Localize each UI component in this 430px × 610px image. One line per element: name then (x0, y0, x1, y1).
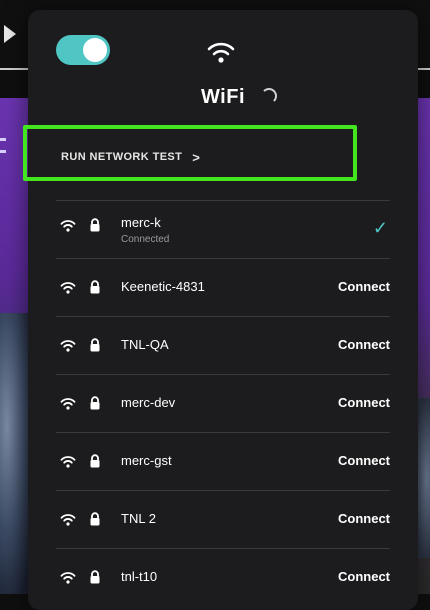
toggle-knob (83, 38, 107, 62)
network-name: TNL-QA (121, 337, 169, 352)
network-status: Connected (121, 234, 170, 245)
background-mark (0, 150, 6, 153)
network-name: Keenetic-4831 (121, 279, 205, 294)
network-row[interactable]: merc-k Connected ✓ (56, 201, 390, 259)
wifi-toggle[interactable] (56, 35, 110, 65)
wifi-icon (60, 455, 76, 468)
connect-button[interactable]: Connect (338, 569, 390, 584)
network-row[interactable]: merc-dev Connect (56, 375, 390, 433)
lock-icon (89, 570, 101, 584)
loading-spinner (261, 88, 277, 104)
connect-button[interactable]: Connect (338, 453, 390, 468)
wifi-icon (60, 281, 76, 294)
network-row[interactable]: Keenetic-4831 Connect (56, 259, 390, 317)
play-icon[interactable] (4, 25, 16, 43)
lock-icon (89, 218, 101, 232)
run-network-test-button[interactable]: RUN NETWORK TEST > (31, 129, 200, 185)
wifi-icon (60, 219, 76, 232)
connect-button[interactable]: Connect (338, 395, 390, 410)
network-name: tnl-t10 (121, 569, 158, 584)
wifi-panel: WiFi RUN NETWORK TEST > merc-k Connected ✓… (23, 10, 418, 610)
lock-icon (89, 280, 101, 294)
network-row[interactable]: TNL 2 Connect (56, 491, 390, 549)
connect-button[interactable]: Connect (338, 511, 390, 526)
wifi-icon (60, 397, 76, 410)
check-icon: ✓ (372, 218, 388, 238)
network-test-highlight: RUN NETWORK TEST > (23, 125, 357, 181)
connect-button[interactable]: Connect (338, 279, 390, 294)
network-row[interactable]: tnl-t10 Connect (56, 549, 390, 606)
chevron-right-icon: > (192, 149, 201, 165)
wifi-icon (207, 42, 235, 63)
network-name: merc-gst (121, 453, 172, 468)
lock-icon (89, 512, 101, 526)
background-mark (0, 138, 6, 141)
connect-button[interactable]: Connect (338, 337, 390, 352)
network-name: merc-dev (121, 395, 176, 410)
network-row[interactable]: TNL-QA Connect (56, 317, 390, 375)
run-network-test-label: RUN NETWORK TEST (61, 151, 183, 163)
wifi-icon (60, 571, 76, 584)
network-name: merc-k (121, 215, 161, 230)
wifi-icon (60, 513, 76, 526)
network-name: TNL 2 (121, 511, 156, 526)
wifi-icon (60, 339, 76, 352)
panel-title: WiFi (200, 86, 246, 108)
lock-icon (89, 396, 101, 410)
lock-icon (89, 338, 101, 352)
network-row[interactable]: merc-gst Connect (56, 433, 390, 491)
lock-icon (89, 454, 101, 468)
network-list: merc-k Connected ✓ Keenetic-4831 Connect TNL-… (56, 200, 390, 606)
